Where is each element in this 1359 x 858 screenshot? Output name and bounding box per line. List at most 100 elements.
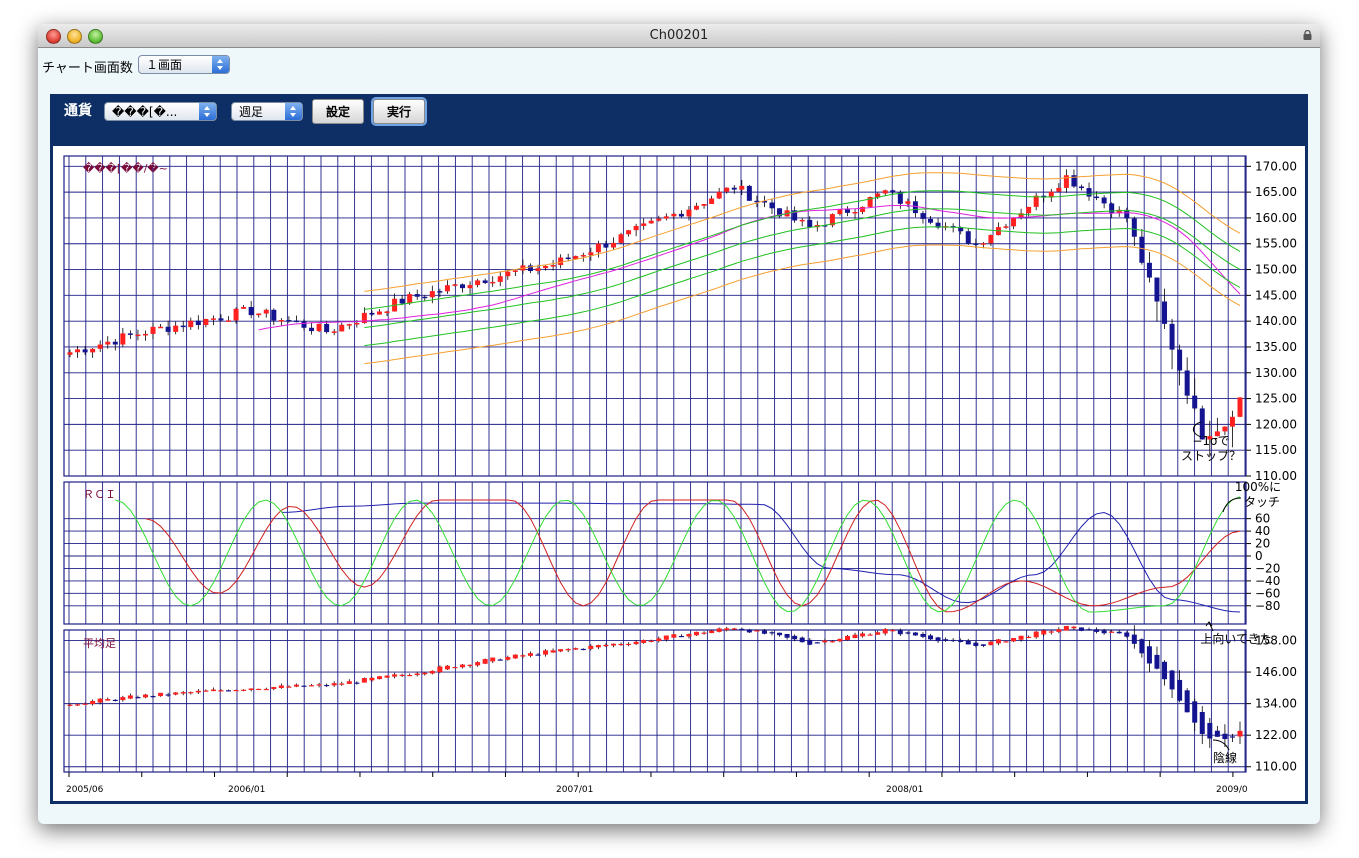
price-annotation-line2: ストップ？ (1181, 449, 1241, 463)
price-candle (905, 201, 911, 204)
chart-svg: 170.00 165.00 160.00 155.00 150.00 145.00 140.… (63, 155, 1297, 795)
avg-tick-label: 134.00 (1255, 697, 1297, 711)
price-candle (626, 230, 632, 235)
avg-candle (150, 695, 156, 698)
price-candle (490, 281, 496, 284)
avg-candle (618, 643, 624, 646)
price-candle (1169, 323, 1175, 350)
price-candle (188, 320, 194, 328)
price-tick-label: 125.00 (1255, 392, 1297, 406)
price-candle (1033, 195, 1039, 207)
avg-candle (973, 642, 979, 646)
avg-candle (286, 686, 292, 688)
price-candle (112, 341, 118, 345)
avg-candle (875, 632, 881, 635)
avg-candle (165, 694, 171, 696)
settings-button[interactable]: 設定 (312, 99, 364, 124)
title-bar[interactable]: Ch00201 (38, 24, 1320, 48)
avg-candle (527, 653, 533, 656)
avg-candle (814, 642, 820, 644)
price-candle (973, 243, 979, 245)
avg-candle (226, 690, 232, 692)
price-candle (142, 333, 148, 336)
price-candle (912, 201, 918, 214)
x-axis-label: 2007/01 (556, 785, 593, 795)
price-candle (641, 223, 647, 226)
avg-candle (180, 692, 186, 694)
avg-candle (505, 657, 511, 660)
price-candle (218, 318, 224, 321)
avg-candle (1199, 711, 1205, 734)
price-candle (1154, 277, 1160, 302)
avg-candle (127, 695, 133, 699)
screens-select[interactable]: １画面 (138, 55, 230, 74)
chevron-updown-icon (199, 103, 216, 120)
price-candle (331, 331, 337, 333)
execute-button[interactable]: 実行 (373, 99, 425, 124)
price-candle (1086, 188, 1092, 197)
price-tick-label: 145.00 (1255, 288, 1297, 302)
price-candle (731, 187, 737, 190)
x-axis-label: 2008/01 (886, 785, 923, 795)
price-tick-label: 130.00 (1255, 366, 1297, 380)
price-candle (414, 294, 420, 297)
avg-candle (1154, 654, 1160, 669)
price-candle (97, 344, 103, 349)
avg-candle (339, 683, 345, 685)
avg-candle (218, 690, 224, 692)
avg-candle (784, 633, 790, 638)
price-candle (263, 309, 269, 314)
avg-candle (429, 670, 435, 674)
price-candle (663, 216, 669, 219)
price-candle (618, 234, 624, 243)
avg-candle (897, 630, 903, 635)
price-candle (603, 243, 609, 248)
price-candle (1026, 206, 1032, 214)
avg-candle (1101, 630, 1107, 634)
avg-candle (105, 699, 111, 701)
avg-candle (754, 630, 760, 632)
avg-candle (1237, 730, 1243, 737)
price-candle (648, 220, 654, 224)
avg-candle (1086, 629, 1092, 631)
avg-candle (1063, 625, 1069, 631)
price-candle (346, 324, 352, 326)
price-candle (82, 349, 88, 353)
avg-candle (799, 637, 805, 643)
avg-candle (724, 628, 730, 631)
avg-candle (1177, 679, 1183, 701)
price-candle (1101, 197, 1107, 204)
avg-candle (1003, 641, 1009, 643)
avg-candle (1169, 670, 1175, 690)
period-select[interactable]: 週足 (231, 102, 303, 121)
avg-candle (241, 689, 247, 691)
price-tick-label: 170.00 (1255, 159, 1297, 173)
avg-candle (475, 662, 481, 666)
avg-candle (746, 629, 752, 633)
price-panel-title: ���[��/�~ (83, 162, 168, 175)
avg-candle (90, 701, 96, 705)
price-candle (226, 320, 232, 322)
avg-candle (626, 643, 632, 646)
avg-candle (1184, 690, 1190, 713)
avg-tick-label: 158.00 (1255, 634, 1297, 648)
avg-candle (482, 659, 488, 664)
price-candle (278, 320, 284, 322)
avg-candle (1146, 646, 1152, 664)
avg-candle (1139, 639, 1145, 654)
price-candle (180, 325, 186, 328)
avg-candle (376, 676, 382, 680)
avg-candle (158, 692, 164, 697)
rci-panel-title: ＲＣＩ (83, 488, 116, 501)
price-candle (1184, 370, 1190, 396)
avg-candle (829, 641, 835, 643)
price-candle (633, 225, 639, 231)
price-candle (1094, 196, 1100, 199)
control-panel: 通貨 ���[�... 週足 設定 実行 (50, 94, 1308, 146)
price-candle (286, 320, 292, 322)
avg-candle (844, 635, 850, 641)
avg-candle (980, 644, 986, 646)
currency-select[interactable]: ���[�... (104, 102, 217, 121)
avg-candle (807, 639, 813, 645)
avg-candle (935, 637, 941, 642)
